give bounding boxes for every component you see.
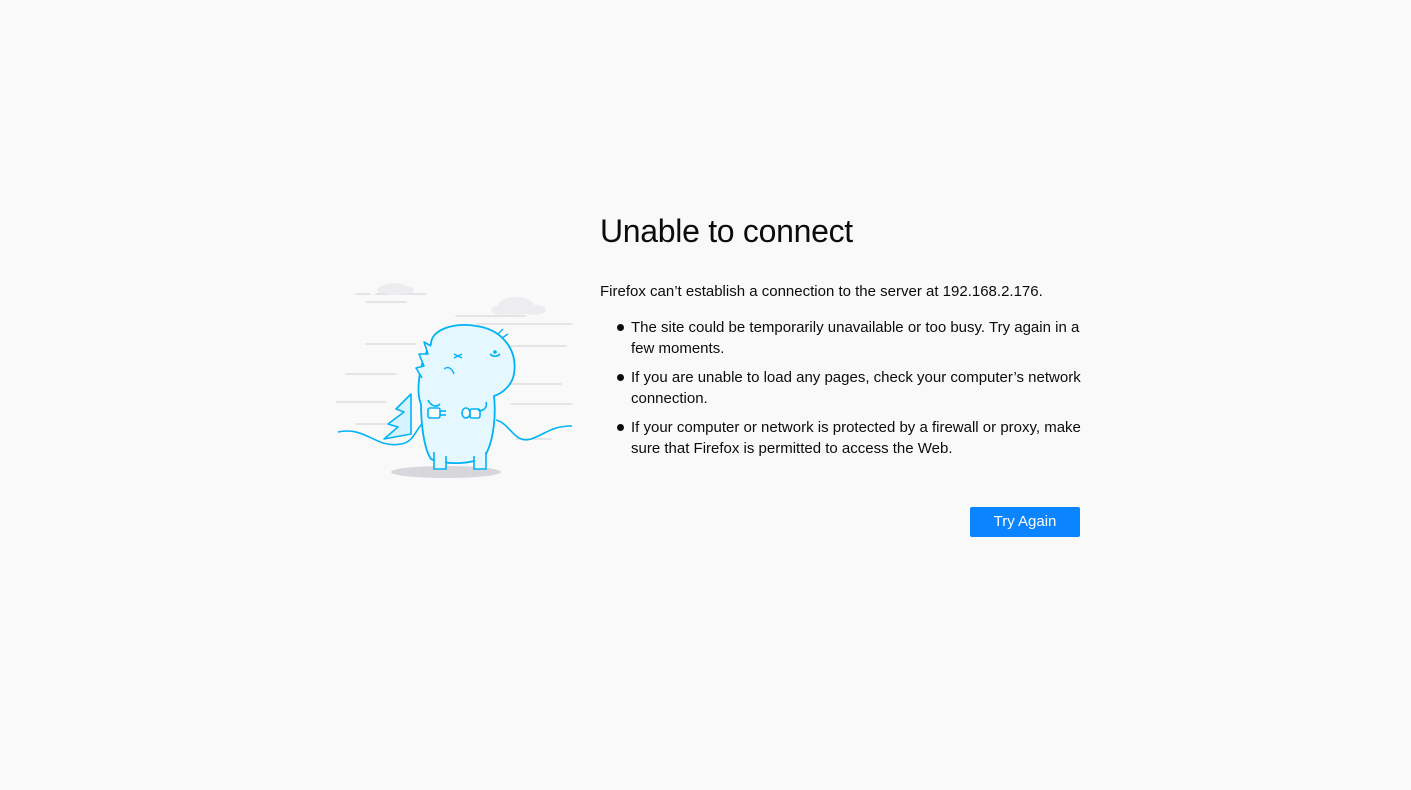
bullet-icon [617,374,624,381]
action-row: Try Again [970,507,1080,537]
unplugged-dinosaur-illustration [335,274,574,484]
list-item: If your computer or network is protected… [600,417,1082,459]
error-page: Unable to connect Firefox can’t establis… [0,0,1411,790]
list-item: If you are unable to load any pages, che… [600,367,1082,409]
error-content: Unable to connect Firefox can’t establis… [600,210,1082,467]
tip-text: If your computer or network is protected… [631,419,1081,457]
error-tips-list: The site could be temporarily unavailabl… [600,317,1082,459]
bullet-icon [617,424,624,431]
try-again-button[interactable]: Try Again [970,507,1080,537]
tip-text: The site could be temporarily unavailabl… [631,319,1080,357]
list-item: The site could be temporarily unavailabl… [600,317,1082,359]
tip-text: If you are unable to load any pages, che… [631,369,1081,407]
bullet-icon [617,324,624,331]
error-message: Firefox can’t establish a connection to … [600,283,1043,300]
error-title: Unable to connect [600,213,853,249]
